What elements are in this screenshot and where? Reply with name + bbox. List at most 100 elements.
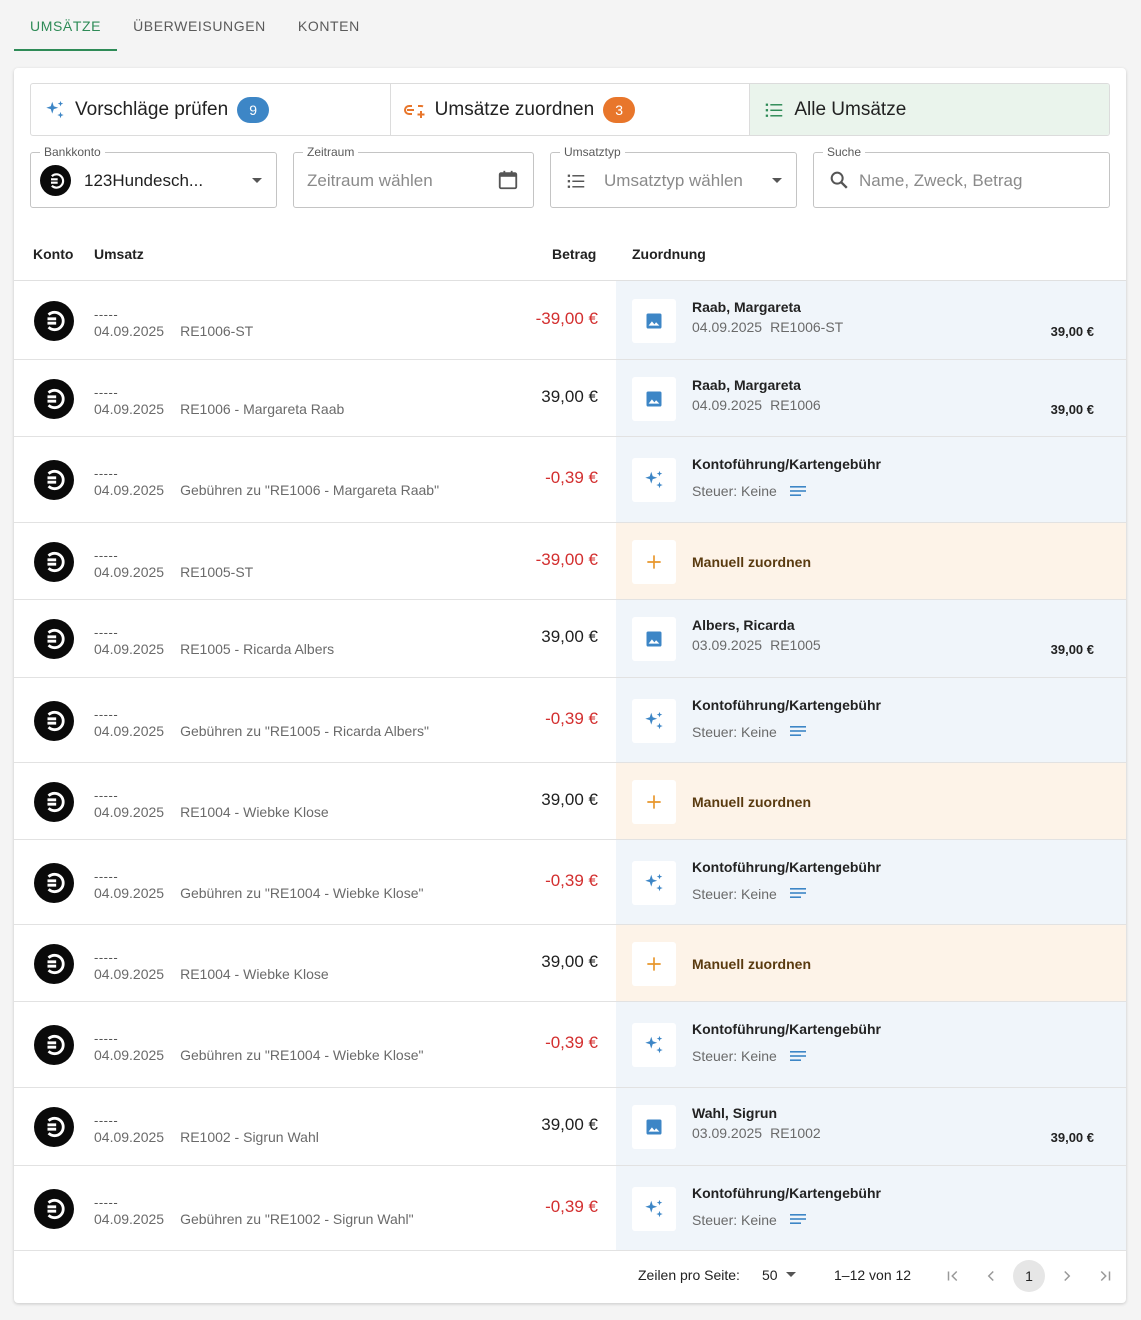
assignment-cell[interactable]: Manuell zuordnen <box>616 523 1126 599</box>
rows-per-page-select[interactable]: 50 <box>762 1267 778 1283</box>
notes-icon[interactable] <box>789 1049 807 1066</box>
assignment-category: Kontoführung/Kartengebühr <box>692 1184 881 1201</box>
table-row[interactable]: ----- 04.09.2025 RE1004 - Wiebke Klose 39… <box>14 925 1126 1002</box>
manual-assign-button[interactable]: Manuell zuordnen <box>692 794 811 810</box>
table-row[interactable]: ----- 04.09.2025 RE1004 - Wiebke Klose 39… <box>14 763 1126 840</box>
plus-icon[interactable] <box>632 539 676 584</box>
assignment-tax: Steuer: Keine <box>692 1048 807 1066</box>
table-row[interactable]: ----- 04.09.2025 Gebühren zu "RE1002 - Si… <box>14 1166 1126 1251</box>
assignment-cell[interactable]: Albers, Ricarda 03.09.2025 RE1005 39,00 € <box>616 600 1126 677</box>
transaction-title: ----- <box>94 1031 119 1046</box>
segment-alle[interactable]: Alle Umsätze <box>750 84 1109 135</box>
assignment-name: Raab, Margareta <box>692 298 801 315</box>
transaction-title: ----- <box>94 1194 119 1210</box>
sparkles-icon[interactable] <box>632 860 676 905</box>
bank-account-select[interactable]: Bankkonto 123Hundesch... <box>30 145 277 208</box>
transaction-date: 04.09.2025 <box>94 641 165 657</box>
document-image-icon[interactable] <box>632 617 676 661</box>
sparkles-icon[interactable] <box>632 1023 676 1067</box>
notes-icon[interactable] <box>789 1212 807 1229</box>
transaction-subline: 04.09.2025 RE1006 - Margareta Raab <box>94 401 344 417</box>
table-row[interactable]: ----- 04.09.2025 RE1002 - Sigrun Wahl 39,… <box>14 1088 1126 1166</box>
assignment-cell[interactable]: Kontoführung/Kartengebühr Steuer: Keine <box>616 437 1126 522</box>
first-page-icon[interactable] <box>937 1260 969 1292</box>
plus-icon[interactable] <box>632 779 676 824</box>
transaction-date: 04.09.2025 <box>94 1047 165 1063</box>
transaction-purpose: RE1006-ST <box>180 322 254 339</box>
manual-assign-button[interactable]: Manuell zuordnen <box>692 554 811 570</box>
segment-label: Vorschläge prüfen <box>75 98 229 120</box>
sparkles-icon[interactable] <box>632 1186 676 1231</box>
assignment-cell[interactable]: Kontoführung/Kartengebühr Steuer: Keine <box>616 1002 1126 1087</box>
prev-page-icon[interactable] <box>975 1260 1007 1292</box>
transaction-purpose: Gebühren zu "RE1004 - Wiebke Klose" <box>180 884 424 901</box>
notes-icon[interactable] <box>789 724 807 741</box>
search-input[interactable]: Suche Name, Zweck, Betrag <box>813 145 1110 208</box>
table-row[interactable]: ----- 04.09.2025 RE1006-ST -39,00 € Raab,… <box>14 281 1126 360</box>
assignment-cell[interactable]: Kontoführung/Kartengebühr Steuer: Keine <box>616 678 1126 762</box>
segment-vorschlaege[interactable]: Vorschläge prüfen 9 <box>31 84 391 135</box>
table-row[interactable]: ----- 04.09.2025 RE1006 - Margareta Raab … <box>14 360 1126 437</box>
column-zuordnung[interactable]: Zuordnung <box>632 246 706 262</box>
transaction-date: 04.09.2025 <box>94 722 165 739</box>
search-placeholder: Name, Zweck, Betrag <box>859 171 1023 190</box>
transaction-type-select[interactable]: Umsatztyp Umsatztyp wählen <box>550 145 797 208</box>
assignment-name: Albers, Ricarda <box>692 617 795 633</box>
assignment-amount: 39,00 € <box>1050 1130 1094 1145</box>
assignment-category: Kontoführung/Kartengebühr <box>692 858 881 875</box>
assignment-amount: 39,00 € <box>1050 642 1094 657</box>
tab-ueberweisungen[interactable]: ÜBERWEISUNGEN <box>117 0 282 52</box>
next-page-icon[interactable] <box>1051 1260 1083 1292</box>
notes-icon[interactable] <box>789 886 807 903</box>
transaction-amount: 39,00 € <box>541 789 598 809</box>
segment-label: Alle Umsätze <box>794 98 907 120</box>
assignment-meta: 04.09.2025 RE1006-ST <box>692 319 843 335</box>
bank-account-label: Bankkonto <box>40 145 105 159</box>
assignment-cell[interactable]: Raab, Margareta 04.09.2025 RE1006 39,00 € <box>616 360 1126 436</box>
tax-label: Steuer: Keine <box>692 483 777 499</box>
assignment-date: 04.09.2025 <box>692 318 763 335</box>
current-page-button[interactable]: 1 <box>1013 1260 1045 1292</box>
assignment-cell[interactable]: Kontoführung/Kartengebühr Steuer: Keine <box>616 840 1126 924</box>
list-icon <box>565 170 587 197</box>
assignment-cell[interactable]: Kontoführung/Kartengebühr Steuer: Keine <box>616 1166 1126 1250</box>
sparkles-icon[interactable] <box>632 458 676 502</box>
sparkles-icon[interactable] <box>632 698 676 743</box>
table-row[interactable]: ----- 04.09.2025 Gebühren zu "RE1005 - Ri… <box>14 678 1126 763</box>
tab-umsaetze[interactable]: UMSÄTZE <box>14 0 118 52</box>
notes-icon[interactable] <box>789 484 807 501</box>
column-konto[interactable]: Konto <box>33 246 73 262</box>
last-page-icon[interactable] <box>1089 1260 1121 1292</box>
tab-konten[interactable]: KONTEN <box>282 0 376 52</box>
table-row[interactable]: ----- 04.09.2025 Gebühren zu "RE1004 - Wi… <box>14 1002 1126 1088</box>
transaction-title: ----- <box>94 466 119 481</box>
assignment-cell[interactable]: Manuell zuordnen <box>616 925 1126 1001</box>
column-umsatz[interactable]: Umsatz <box>94 246 144 262</box>
table-row[interactable]: ----- 04.09.2025 Gebühren zu "RE1004 - Wi… <box>14 840 1126 925</box>
transaction-purpose: RE1005 - Ricarda Albers <box>180 641 335 657</box>
document-image-icon[interactable] <box>632 1105 676 1149</box>
assignment-cell[interactable]: Raab, Margareta 04.09.2025 RE1006-ST 39,0… <box>616 281 1126 359</box>
assignment-amount: 39,00 € <box>1050 323 1094 339</box>
table-row[interactable]: ----- 04.09.2025 RE1005 - Ricarda Albers … <box>14 600 1126 678</box>
assignment-cell[interactable]: Manuell zuordnen <box>616 763 1126 839</box>
transaction-purpose: Gebühren zu "RE1006 - Margareta Raab" <box>180 482 440 498</box>
assignment-tax: Steuer: Keine <box>692 724 807 742</box>
transaction-date: 04.09.2025 <box>94 482 165 498</box>
segment-zuordnen[interactable]: Umsätze zuordnen 3 <box>391 84 751 135</box>
transaction-title: ----- <box>94 868 119 884</box>
document-image-icon[interactable] <box>632 376 676 421</box>
manual-assign-button[interactable]: Manuell zuordnen <box>692 956 811 972</box>
period-picker[interactable]: Zeitraum Zeitraum wählen <box>293 145 534 208</box>
document-image-icon[interactable] <box>632 298 676 343</box>
table-row[interactable]: ----- 04.09.2025 Gebühren zu "RE1006 - Ma… <box>14 437 1126 523</box>
column-betrag[interactable]: Betrag <box>552 246 596 262</box>
bank-logo-icon <box>34 300 74 341</box>
plus-icon[interactable] <box>632 941 676 986</box>
assignment-cell[interactable]: Wahl, Sigrun 03.09.2025 RE1002 39,00 € <box>616 1088 1126 1165</box>
transaction-date: 04.09.2025 <box>94 563 165 580</box>
calendar-icon[interactable] <box>497 169 519 196</box>
bank-logo-icon <box>34 619 74 659</box>
assignment-ref: RE1006-ST <box>770 318 844 335</box>
table-row[interactable]: ----- 04.09.2025 RE1005-ST -39,00 € Manue… <box>14 523 1126 600</box>
